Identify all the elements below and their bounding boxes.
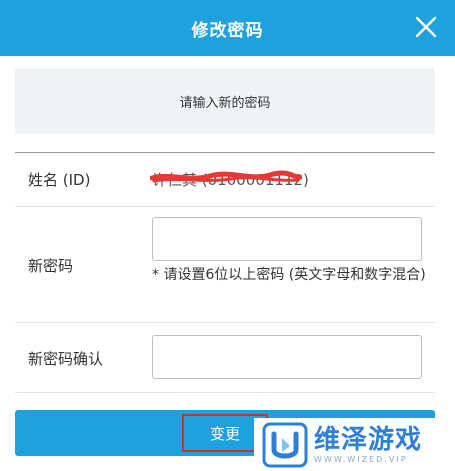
confirm-password-label: 新密码确认 bbox=[28, 350, 104, 368]
close-icon bbox=[415, 16, 437, 38]
row-divider bbox=[15, 322, 435, 323]
page-title: 修改密码 bbox=[191, 20, 264, 41]
instruction-notice: 请输入新的密码 bbox=[15, 68, 435, 134]
watermark-title: 维泽游戏 bbox=[314, 424, 423, 455]
notice-text: 请输入新的密码 bbox=[179, 95, 271, 111]
new-password-input[interactable] bbox=[152, 217, 422, 261]
id-value: 许仁其 (0100001112) bbox=[152, 171, 309, 189]
row-divider bbox=[15, 392, 435, 393]
close-button[interactable] bbox=[411, 12, 441, 42]
confirm-password-input[interactable] bbox=[152, 335, 422, 379]
submit-text: 变更 bbox=[209, 424, 240, 443]
new-password-label: 新密码 bbox=[28, 257, 74, 275]
id-label: 姓名 (ID) bbox=[28, 171, 91, 189]
watermark-subtitle: WWW.WIZED.VIP bbox=[314, 454, 408, 464]
header-bar: 修改密码 bbox=[0, 0, 455, 56]
password-hint: * 请设置6位以上密码 (英文字母和数字混合) bbox=[152, 267, 426, 283]
row-divider bbox=[15, 206, 435, 207]
watermark: 维泽游戏 WWW.WIZED.VIP bbox=[254, 418, 455, 471]
watermark-logo-icon bbox=[262, 422, 308, 467]
form-top-divider bbox=[15, 152, 435, 153]
